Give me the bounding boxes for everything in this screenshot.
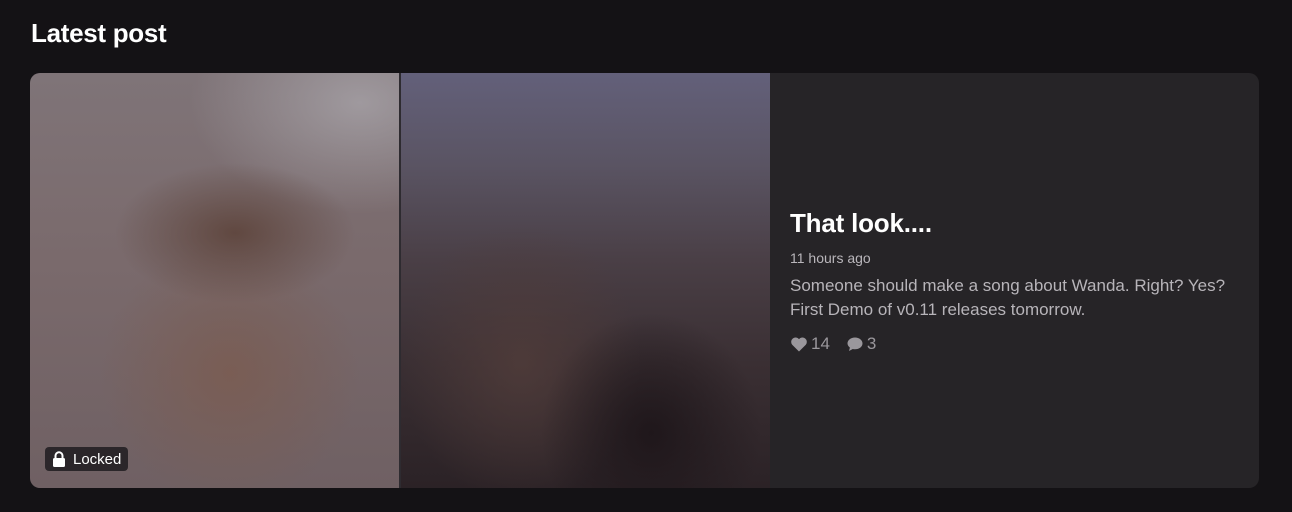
post-stats: 14 3	[790, 334, 1250, 354]
locked-badge: Locked	[45, 447, 129, 471]
heart-icon	[790, 336, 808, 352]
section-title: Latest post	[31, 18, 167, 48]
comment-count: 3	[866, 334, 877, 353]
post-image-left-blurred[interactable]: Locked	[30, 73, 399, 488]
latest-post-section: Latest post Locked That look.... 11 hour…	[0, 0, 1292, 512]
comment-bubble-icon	[846, 336, 864, 352]
locked-label: Locked	[73, 450, 122, 468]
like-count: 14	[811, 334, 830, 353]
like-button[interactable]: 14	[790, 334, 830, 354]
post-title[interactable]: That look....	[790, 207, 1250, 239]
latest-post-card[interactable]: Locked That look.... 11 hours ago Someon…	[30, 73, 1259, 488]
post-excerpt: Someone should make a song about Wanda. …	[790, 276, 1226, 319]
post-info: That look.... 11 hours ago Someone shoul…	[790, 207, 1250, 354]
comment-button[interactable]: 3	[846, 334, 876, 354]
post-image-right-blurred[interactable]	[401, 73, 770, 488]
lock-icon	[52, 451, 66, 467]
post-timestamp: 11 hours ago	[790, 250, 871, 266]
